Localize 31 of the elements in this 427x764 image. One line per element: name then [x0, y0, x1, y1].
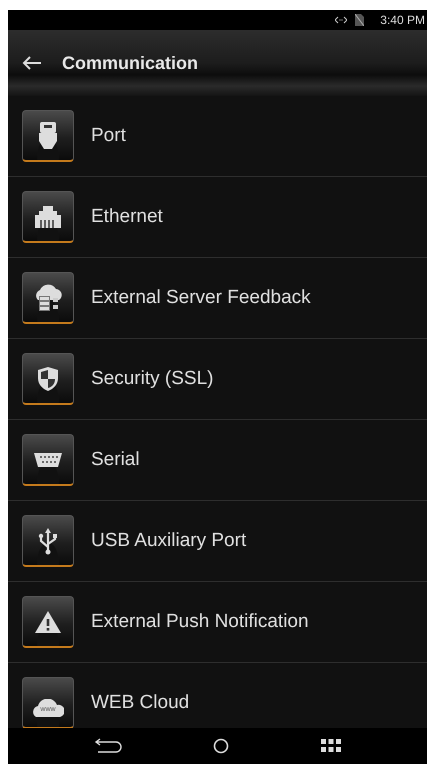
- cloud-server-icon: [22, 272, 74, 324]
- shield-icon: [22, 353, 74, 405]
- menu-item[interactable]: Security (SSL): [8, 339, 427, 420]
- warning-icon: [22, 596, 74, 648]
- usb-icon: [22, 515, 74, 567]
- status-time: 3:40 PM: [380, 13, 425, 27]
- plug-icon: [22, 110, 74, 162]
- menu-item[interactable]: Port: [8, 96, 427, 177]
- menu-item-label: USB Auxiliary Port: [91, 530, 246, 552]
- data-arrows-icon: [335, 16, 348, 24]
- back-button[interactable]: [22, 55, 42, 71]
- ethernet-port-icon: [22, 191, 74, 243]
- serial-port-icon: [22, 434, 74, 486]
- menu-item-label: Port: [91, 125, 126, 147]
- apps-grid-button[interactable]: [321, 739, 342, 753]
- menu-item[interactable]: External Server Feedback: [8, 258, 427, 339]
- menu-item-label: Security (SSL): [91, 368, 214, 390]
- home-button[interactable]: [213, 738, 230, 754]
- cloud-icon: [32, 698, 64, 716]
- menu-item[interactable]: Serial: [8, 420, 427, 501]
- page-title: Communication: [62, 52, 198, 74]
- menu-item-label: WEB Cloud: [91, 692, 190, 714]
- menu-item-label: External Push Notification: [91, 611, 309, 633]
- menu-item-label: External Server Feedback: [91, 287, 311, 309]
- menu-item[interactable]: Ethernet: [8, 177, 427, 258]
- back-nav-button[interactable]: [94, 738, 122, 754]
- menu-item[interactable]: External Push Notification: [8, 582, 427, 663]
- menu-item-label: Serial: [91, 449, 140, 471]
- no-sim-icon: [355, 14, 364, 26]
- menu-item[interactable]: USB Auxiliary Port: [8, 501, 427, 582]
- menu-item-label: Ethernet: [91, 206, 163, 228]
